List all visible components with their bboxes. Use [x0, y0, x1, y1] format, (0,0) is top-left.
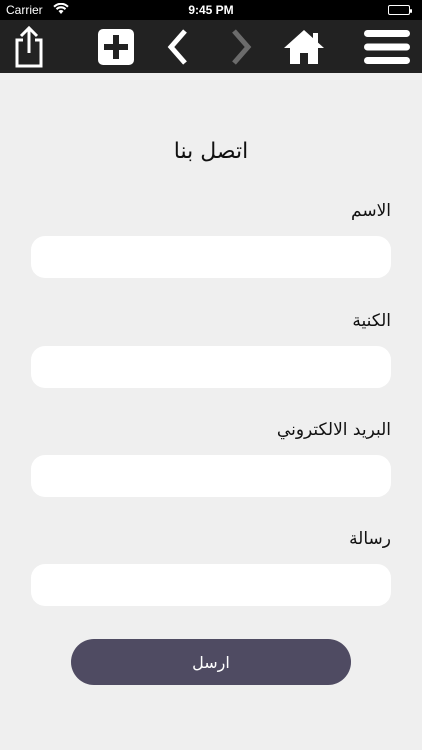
email-label: البريد الالكتروني — [276, 420, 391, 440]
add-icon[interactable] — [96, 26, 136, 68]
toolbar — [0, 20, 422, 73]
status-bar: Carrier 9:45 PM — [0, 0, 422, 20]
back-icon[interactable] — [163, 26, 193, 68]
name-field[interactable] — [31, 236, 391, 278]
message-label: رسالة — [349, 529, 391, 549]
contact-form: اتصل بنا الاسم الكنية البريد الالكتروني … — [0, 73, 422, 750]
surname-label: الكنية — [352, 311, 391, 331]
message-field[interactable] — [31, 564, 391, 606]
battery-icon — [388, 5, 412, 15]
email-field[interactable] — [31, 455, 391, 497]
surname-field[interactable] — [31, 346, 391, 388]
name-label: الاسم — [351, 201, 391, 221]
forward-icon[interactable] — [226, 26, 256, 68]
share-icon[interactable] — [10, 26, 48, 68]
status-time: 9:45 PM — [188, 3, 234, 17]
menu-icon[interactable] — [362, 26, 412, 68]
submit-button[interactable]: ارسل — [71, 639, 351, 685]
page-title: اتصل بنا — [173, 139, 249, 164]
home-icon[interactable] — [281, 26, 327, 68]
